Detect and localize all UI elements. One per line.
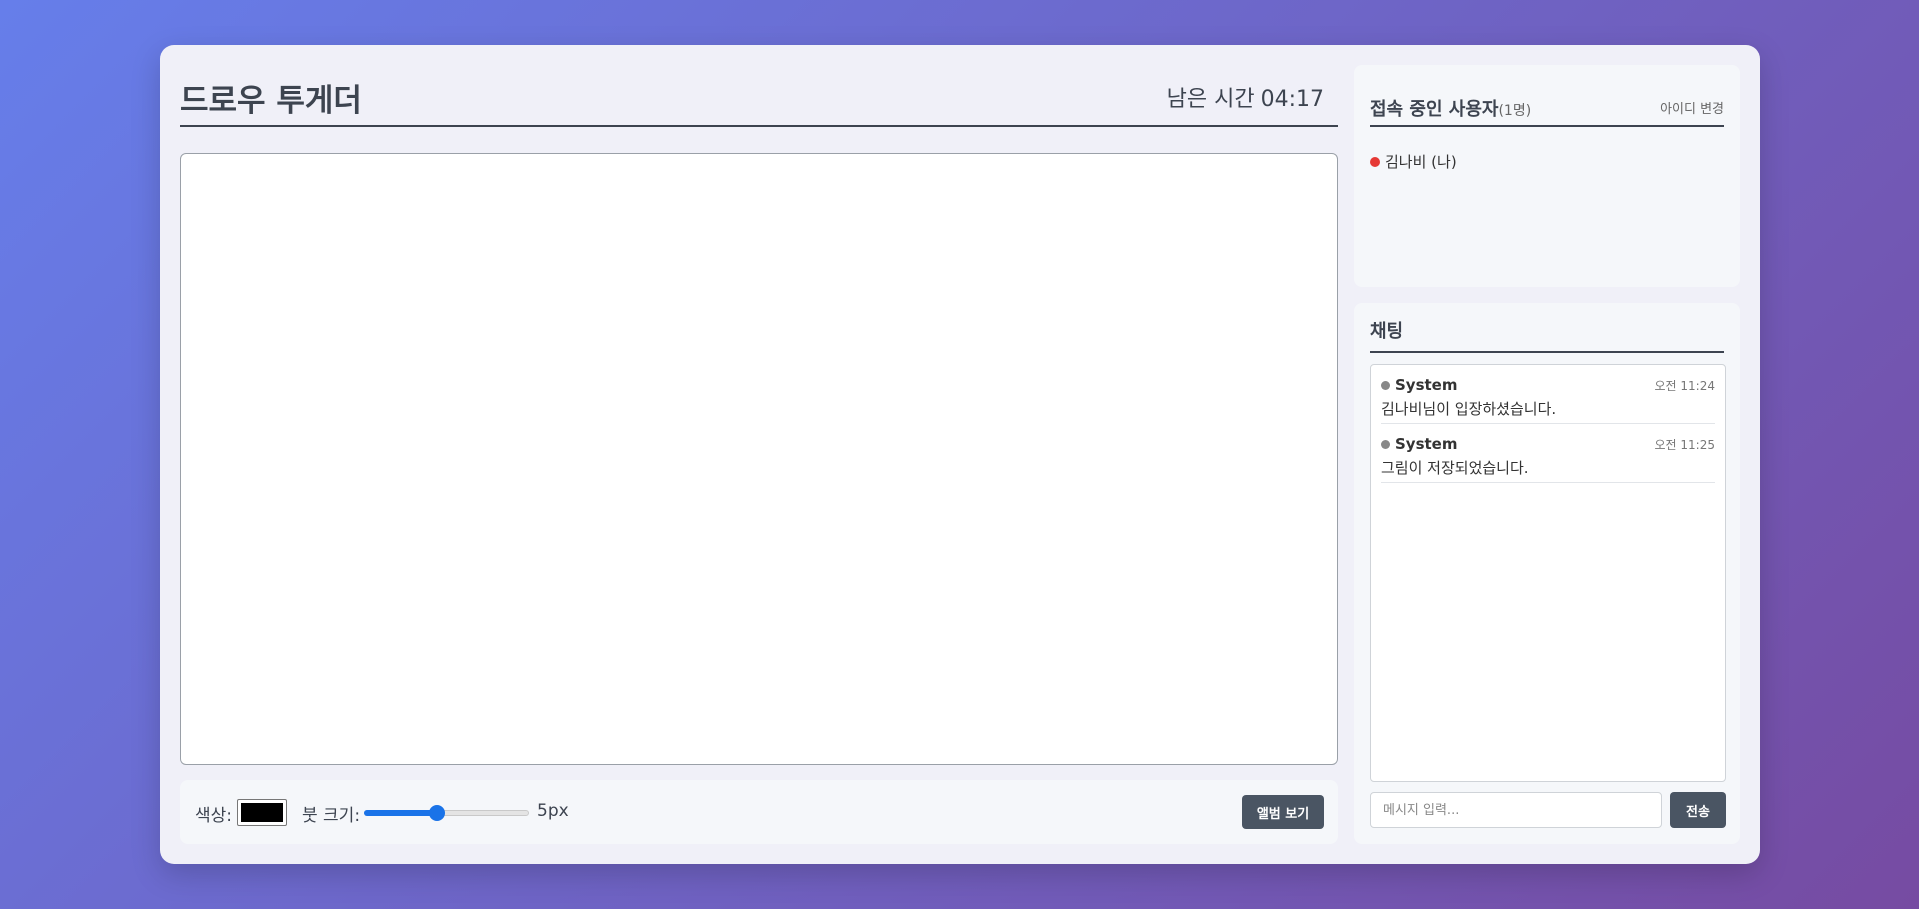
message-time: 오전 11:24 <box>1654 378 1715 393</box>
change-id-button[interactable]: 아이디 변경 <box>1660 98 1724 117</box>
sender-dot <box>1381 380 1390 390</box>
color-swatch-fill <box>241 803 283 822</box>
timer-label: 남은 시간 <box>1166 87 1255 112</box>
slider-fill <box>364 810 438 816</box>
brush-size-label: 붓 크기: <box>302 806 361 826</box>
chat-message-input[interactable] <box>1370 792 1662 828</box>
message-sender: System <box>1381 435 1457 453</box>
user-name: 김나비 (나) <box>1385 153 1457 171</box>
message-text: 김나비님이 입장하셨습니다. <box>1381 400 1557 418</box>
send-button[interactable]: 전송 <box>1670 792 1726 828</box>
app-container: 드로우 투게더 남은 시간 04:17 색상: 붓 크기: 5px 앨범 보기 접… <box>160 45 1760 864</box>
message-text: 그림이 저장되었습니다. <box>1381 459 1529 477</box>
slider-thumb[interactable] <box>429 805 446 821</box>
timer-value: 04:17 <box>1260 87 1324 112</box>
timer: 남은 시간 04:17 <box>1167 81 1324 113</box>
users-panel-header: 접속 중인 사용자(1명) 아이디 변경 <box>1370 95 1724 127</box>
album-button[interactable]: 앨범 보기 <box>1242 795 1324 829</box>
user-count: (1명) <box>1498 103 1532 119</box>
sender-name: System <box>1395 376 1458 394</box>
drawing-canvas[interactable] <box>180 153 1338 765</box>
users-panel-title: 접속 중인 사용자(1명) <box>1370 95 1531 121</box>
message-time: 오전 11:25 <box>1654 437 1715 452</box>
users-panel: 접속 중인 사용자(1명) 아이디 변경 김나비 (나) <box>1354 65 1740 287</box>
chat-messages: System 오전 11:24 김나비님이 입장하셨습니다. System 오전… <box>1370 364 1726 782</box>
sender-dot <box>1381 439 1390 449</box>
online-status-dot <box>1370 156 1380 167</box>
user-list-item: 김나비 (나) <box>1370 151 1457 172</box>
sender-name: System <box>1395 435 1458 453</box>
chat-panel-header: 채팅 <box>1370 317 1724 353</box>
brush-size-value: 5px <box>537 801 569 821</box>
brush-size-slider[interactable] <box>364 805 529 821</box>
message-sender: System <box>1381 376 1457 394</box>
page-title: 드로우 투게더 <box>180 83 362 119</box>
chat-message: System 오전 11:24 김나비님이 입장하셨습니다. <box>1381 365 1715 424</box>
color-label: 색상: <box>195 806 233 826</box>
chat-message: System 오전 11:25 그림이 저장되었습니다. <box>1381 424 1715 483</box>
users-title-text: 접속 중인 사용자 <box>1370 99 1499 120</box>
color-picker[interactable] <box>237 799 287 826</box>
toolbar: 색상: 붓 크기: 5px 앨범 보기 <box>180 780 1338 844</box>
header: 드로우 투게더 남은 시간 04:17 <box>180 65 1338 127</box>
chat-title: 채팅 <box>1370 321 1404 342</box>
chat-panel: 채팅 System 오전 11:24 김나비님이 입장하셨습니다. System <box>1354 303 1740 844</box>
